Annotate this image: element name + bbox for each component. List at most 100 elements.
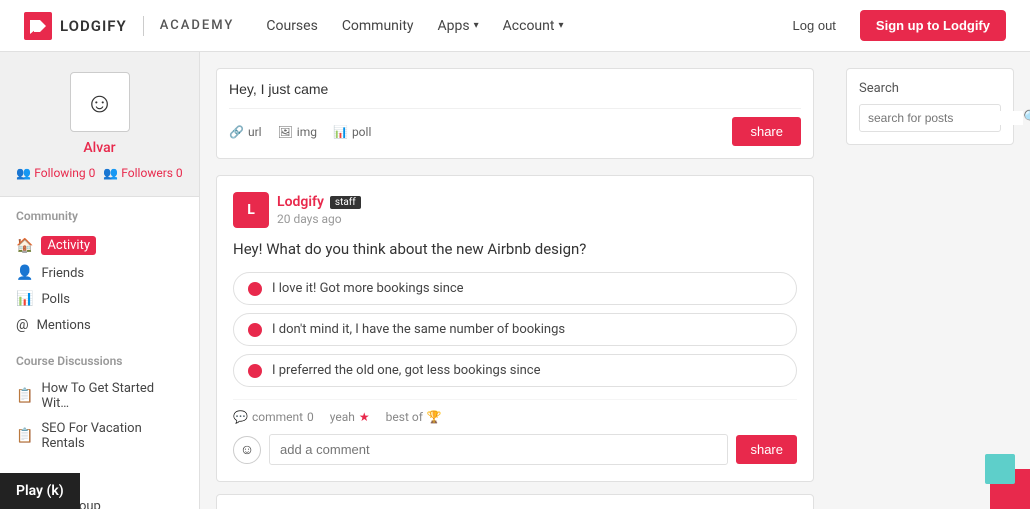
poll-text-2: I don't mind it, I have the same number …	[272, 322, 565, 337]
logo-icon	[24, 12, 52, 40]
img-label: img	[297, 125, 317, 139]
friends-icon: 👤	[16, 265, 33, 281]
post-actions: 💬 comment 0 yeah ★ best of 🏆	[233, 399, 797, 424]
search-icon: 🔍	[1023, 110, 1030, 126]
url-label: url	[248, 125, 262, 139]
sidebar-item-polls[interactable]: 📊 Polls	[16, 286, 183, 312]
comment-label: comment	[252, 410, 303, 424]
comment-input-area: ☺ share	[233, 434, 797, 465]
post-author-name: Lodgify	[277, 194, 324, 210]
poll-text-1: I love it! Got more bookings since	[272, 281, 464, 296]
activity-label: Activity	[41, 236, 96, 255]
sidebar: ☺ Alvar 👥 Following 0 👥 Followers 0 Comm…	[0, 52, 200, 509]
followers-stat: 👥 Followers 0	[103, 166, 182, 180]
course2-icon: 📋	[16, 428, 33, 444]
post-time: 20 days ago	[277, 212, 797, 226]
post-input-area: 🔗 url 🖼 img 📊 poll share	[216, 68, 814, 159]
corner-decoration	[960, 449, 1030, 509]
community-section: Community 🏠 Activity 👤 Friends 📊 Polls @…	[0, 197, 199, 342]
activity-icon: 🏠	[16, 238, 33, 254]
username: Alvar	[16, 140, 183, 156]
followers-label[interactable]: Followers 0	[121, 166, 182, 180]
poll-dot-3	[248, 364, 262, 378]
followers-icon: 👥	[103, 166, 118, 180]
main-nav: Courses Community Apps Account	[266, 18, 780, 34]
sidebar-item-friends[interactable]: 👤 Friends	[16, 260, 183, 286]
comment-action[interactable]: 💬 comment 0	[233, 410, 314, 424]
play-badge[interactable]: Play (k)	[0, 473, 80, 509]
search-input[interactable]	[868, 111, 1023, 125]
main-content: 🔗 url 🖼 img 📊 poll share L	[200, 52, 830, 509]
nav-courses[interactable]: Courses	[266, 18, 317, 34]
comment-icon: 💬	[233, 410, 248, 424]
friends-label: Friends	[41, 266, 84, 281]
poll-option-1[interactable]: I love it! Got more bookings since	[233, 272, 797, 305]
poll-icon: 📊	[333, 125, 348, 139]
follow-stats: 👥 Following 0 👥 Followers 0	[16, 166, 183, 180]
poll-label: poll	[352, 125, 371, 139]
poll-option-3[interactable]: I preferred the old one, got less bookin…	[233, 354, 797, 387]
header: LODGIFY ACADEMY Courses Community Apps A…	[0, 0, 1030, 52]
course2-label: SEO For Vacation Rentals	[41, 421, 183, 451]
polls-icon: 📊	[16, 291, 33, 307]
post-author: Lodgify staff	[277, 194, 797, 210]
img-tool[interactable]: 🖼 img	[278, 125, 317, 139]
nav-apps[interactable]: Apps	[438, 18, 479, 34]
logo-text: LODGIFY	[60, 17, 127, 35]
comment-avatar: ☺	[233, 436, 261, 464]
logout-button[interactable]: Log out	[781, 12, 848, 39]
share-post-button[interactable]: share	[732, 117, 801, 146]
post-card-2: L Lodgify staff 1 month ago	[216, 494, 814, 509]
logo-academy: ACADEMY	[160, 18, 235, 33]
avatar-emoji: ☺	[85, 86, 114, 119]
star-icon: ★	[359, 410, 370, 424]
sidebar-item-seo[interactable]: 📋 SEO For Vacation Rentals	[16, 416, 183, 456]
post-question: Hey! What do you think about the new Air…	[233, 240, 797, 258]
sidebar-item-how-to-get-started[interactable]: 📋 How To Get Started Wit…	[16, 376, 183, 416]
url-tool[interactable]: 🔗 url	[229, 125, 262, 139]
poll-text-3: I preferred the old one, got less bookin…	[272, 363, 541, 378]
profile-area: ☺ Alvar 👥 Following 0 👥 Followers 0	[0, 52, 199, 197]
comment-input[interactable]	[269, 434, 728, 465]
logo-area: LODGIFY ACADEMY	[24, 12, 234, 40]
logo-divider	[143, 16, 144, 36]
page-body: ☺ Alvar 👥 Following 0 👥 Followers 0 Comm…	[0, 52, 1030, 509]
signup-button[interactable]: Sign up to Lodgify	[860, 10, 1006, 41]
poll-option-2[interactable]: I don't mind it, I have the same number …	[233, 313, 797, 346]
mentions-icon: @	[16, 317, 29, 333]
search-box: Search 🔍	[846, 68, 1014, 145]
header-actions: Log out Sign up to Lodgify	[781, 10, 1006, 41]
poll-dot-1	[248, 282, 262, 296]
search-title: Search	[859, 81, 1001, 96]
comment-count: 0	[307, 410, 314, 424]
poll-tool[interactable]: 📊 poll	[333, 125, 371, 139]
poll-dot-2	[248, 323, 262, 337]
comment-share-button[interactable]: share	[736, 435, 797, 464]
post-meta: Lodgify staff 20 days ago	[277, 194, 797, 226]
following-icon: 👥	[16, 166, 31, 180]
post-header: L Lodgify staff 20 days ago	[233, 192, 797, 228]
right-sidebar: Search 🔍	[830, 52, 1030, 509]
url-icon: 🔗	[229, 125, 244, 139]
best-of-label: best of	[386, 410, 423, 424]
sidebar-item-mentions[interactable]: @ Mentions	[16, 312, 183, 338]
avatar: ☺	[70, 72, 130, 132]
best-of-action[interactable]: best of 🏆	[386, 410, 442, 424]
course1-label: How To Get Started Wit…	[41, 381, 183, 411]
following-label[interactable]: Following 0	[34, 166, 95, 180]
course1-icon: 📋	[16, 388, 33, 404]
yeah-label: yeah	[330, 410, 355, 424]
img-icon: 🖼	[278, 125, 293, 139]
post-card: L Lodgify staff 20 days ago Hey! What do…	[216, 175, 814, 482]
staff-badge: staff	[330, 196, 361, 209]
best-of-icon: 🏆	[427, 410, 442, 424]
post-input[interactable]	[229, 81, 801, 97]
yeah-action[interactable]: yeah ★	[330, 410, 370, 424]
course-discussions-title: Course Discussions	[16, 354, 183, 368]
sidebar-item-activity[interactable]: 🏠 Activity	[16, 231, 183, 260]
nav-community[interactable]: Community	[342, 18, 414, 34]
post-avatar: L	[233, 192, 269, 228]
polls-label: Polls	[41, 292, 70, 307]
course-discussions-section: Course Discussions 📋 How To Get Started …	[0, 342, 199, 460]
nav-account[interactable]: Account	[503, 18, 564, 34]
